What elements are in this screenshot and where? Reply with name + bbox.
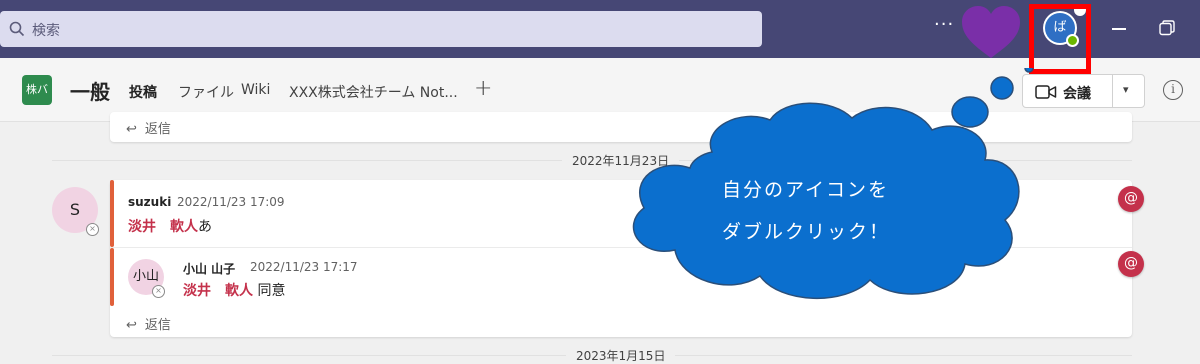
meet-divider — [1112, 75, 1113, 107]
message-body: 淡井 軟人あ — [128, 216, 212, 236]
tab-notes[interactable]: XXX株式会社チーム Not... — [289, 82, 458, 102]
reply-author[interactable]: 小山 山子 — [183, 260, 235, 277]
offline-status-icon: × — [86, 223, 99, 236]
more-options-button[interactable]: ··· — [934, 14, 954, 35]
search-input[interactable]: 検索 — [0, 11, 762, 47]
meet-button-label: 会議 — [1063, 86, 1091, 102]
tab-files[interactable]: ファイル — [178, 82, 234, 102]
title-bar: 検索 ··· ば — [0, 0, 1200, 58]
reply-arrow-icon: ↩ — [126, 122, 137, 137]
search-placeholder: 検索 — [32, 23, 60, 39]
restore-window-icon[interactable] — [1159, 20, 1175, 36]
mention-badge: @ — [1118, 251, 1144, 277]
heart-icon — [962, 6, 1020, 58]
meet-button[interactable]: 会議 ▾ — [1022, 74, 1145, 108]
mention-accent-bar — [110, 180, 114, 247]
message-time: 2022/11/23 17:09 — [177, 195, 285, 209]
tab-posts[interactable]: 投稿 — [129, 82, 157, 102]
reply-arrow-icon: ↩ — [126, 318, 137, 333]
message-text: あ — [198, 219, 212, 235]
reply-body: 淡井 軟人 同意 — [183, 280, 285, 300]
team-avatar[interactable]: 株バ — [22, 75, 52, 105]
reply-button[interactable]: ↩ 返信 — [126, 314, 171, 333]
highlight-box — [1029, 4, 1091, 74]
mention[interactable]: 淡井 軟人 — [183, 283, 253, 299]
channel-name: 一般 — [70, 80, 110, 104]
message-author[interactable]: suzuki — [128, 195, 171, 209]
reply-label: 返信 — [144, 318, 171, 333]
tab-wiki[interactable]: Wiki — [241, 82, 270, 98]
callout-line-2: ダブルクリック！ — [722, 221, 891, 243]
offline-status-icon: × — [152, 285, 165, 298]
minimize-button[interactable] — [1112, 28, 1126, 30]
search-icon — [9, 21, 25, 37]
reply-time: 2022/11/23 17:17 — [250, 260, 358, 274]
date-divider-text: 2023年1月15日 — [566, 347, 676, 364]
mention-badge: @ — [1118, 186, 1144, 212]
chevron-down-icon[interactable]: ▾ — [1123, 83, 1129, 96]
mention[interactable]: 淡井 軟人 — [128, 219, 198, 235]
info-icon[interactable]: i — [1163, 80, 1183, 100]
reply-button[interactable]: ↩ 返信 — [126, 118, 171, 137]
mention-accent-bar — [110, 248, 114, 306]
callout-line-1: 自分のアイコンを — [722, 179, 890, 201]
add-tab-button[interactable]: + — [474, 76, 492, 101]
reply-label: 返信 — [144, 122, 171, 137]
reply-text: 同意 — [253, 283, 286, 299]
